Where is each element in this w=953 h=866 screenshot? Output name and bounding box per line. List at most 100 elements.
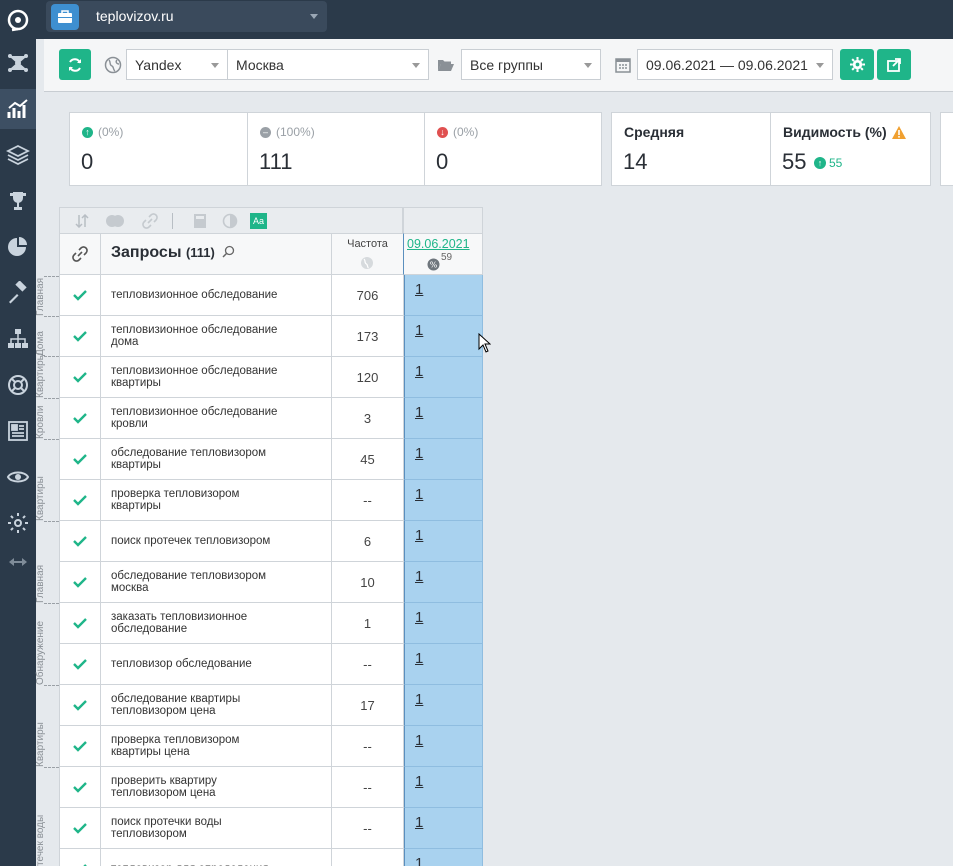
table-row[interactable]: обследование тепловизором квартиры 45 1 xyxy=(59,439,483,480)
position-value[interactable]: 1 xyxy=(415,650,423,667)
contrast-icon[interactable] xyxy=(222,213,238,229)
table-row[interactable]: проверка тепловизором квартиры цена -- 1 xyxy=(59,726,483,767)
analytics-icon[interactable] xyxy=(0,89,36,129)
warning-icon[interactable] xyxy=(891,125,906,139)
position-value[interactable]: 1 xyxy=(415,486,423,503)
trophy-icon[interactable] xyxy=(0,181,36,221)
pie-chart-icon[interactable] xyxy=(0,227,36,267)
query-cell[interactable]: проверка тепловизором квартиры xyxy=(101,480,332,521)
table-row[interactable]: тепловизионное обследование кровли 3 1 xyxy=(59,398,483,439)
position-cell[interactable]: 1 xyxy=(404,562,483,603)
position-cell[interactable]: 1 xyxy=(404,849,483,866)
search-icon[interactable] xyxy=(222,245,235,258)
table-row[interactable]: тепловизионное обследование квартиры 120 1 xyxy=(59,357,483,398)
position-cell[interactable]: 1 xyxy=(404,603,483,644)
position-value[interactable]: 1 xyxy=(415,322,423,339)
position-value[interactable]: 1 xyxy=(415,568,423,585)
table-row[interactable]: тепловизионное обследование дома 173 1 xyxy=(59,316,483,357)
position-value[interactable]: 1 xyxy=(415,363,423,380)
position-cell[interactable]: 1 xyxy=(404,439,483,480)
position-cell[interactable]: 1 xyxy=(404,726,483,767)
date-column-label[interactable]: 09.06.2021 xyxy=(407,237,470,251)
toggle-icon[interactable] xyxy=(105,214,125,228)
row-status xyxy=(59,316,101,357)
table-row[interactable]: тепловизор для определения 1 xyxy=(59,849,483,866)
sitemap-icon[interactable] xyxy=(0,319,36,359)
table-row[interactable]: тепловизор обследование -- 1 xyxy=(59,644,483,685)
position-cell[interactable]: 1 xyxy=(404,808,483,849)
table-row[interactable]: обследование квартиры тепловизором цена 17… xyxy=(59,685,483,726)
position-value[interactable]: 1 xyxy=(415,732,423,749)
query-cell[interactable]: тепловизионное обследование квартиры xyxy=(101,357,332,398)
position-value[interactable]: 1 xyxy=(415,445,423,462)
chevron-down-icon xyxy=(584,63,592,68)
date-column-header[interactable]: 09.06.2021 % 59 xyxy=(403,233,483,275)
table-row[interactable]: проверка тепловизором квартиры -- 1 xyxy=(59,480,483,521)
query-cell[interactable]: тепловизионное обследование кровли xyxy=(101,398,332,439)
text-case-icon[interactable]: Aa xyxy=(250,213,267,229)
position-cell[interactable]: 1 xyxy=(404,521,483,562)
table-row[interactable]: поиск протечки воды тепловизором -- 1 xyxy=(59,808,483,849)
position-value[interactable]: 1 xyxy=(415,855,423,866)
table-row[interactable]: тепловизионное обследование 706 1 xyxy=(59,275,483,316)
query-cell[interactable]: проверка тепловизором квартиры цена xyxy=(101,726,332,767)
position-cell[interactable]: 1 xyxy=(404,357,483,398)
query-cell[interactable]: обследование квартиры тепловизором цена xyxy=(101,685,332,726)
query-cell[interactable]: тепловизионное обследование xyxy=(101,275,332,316)
position-value[interactable]: 1 xyxy=(415,609,423,626)
table-row[interactable]: обследование тепловизором москва 10 1 xyxy=(59,562,483,603)
group-label-text: Главная xyxy=(35,564,46,603)
position-cell[interactable]: 1 xyxy=(404,767,483,808)
project-selector[interactable]: teplovizov.ru xyxy=(46,1,327,32)
query-cell[interactable]: тепловизор обследование xyxy=(101,644,332,685)
calculator-icon[interactable] xyxy=(192,213,208,229)
position-value[interactable]: 1 xyxy=(415,527,423,544)
layers-icon[interactable] xyxy=(0,135,36,175)
query-cell[interactable]: обследование тепловизором москва xyxy=(101,562,332,603)
query-cell[interactable]: тепловизор для определения xyxy=(101,849,332,866)
settings-icon[interactable] xyxy=(0,503,36,543)
eye-icon[interactable] xyxy=(0,457,36,497)
queries-column-header[interactable]: Запросы (111) xyxy=(100,233,332,275)
query-cell[interactable]: поиск протечек тепловизором xyxy=(101,521,332,562)
logo-icon[interactable] xyxy=(0,0,36,40)
query-cell[interactable]: заказать тепловизионное обследование xyxy=(101,603,332,644)
region-select[interactable]: Москва xyxy=(227,49,429,80)
position-cell[interactable]: 1 xyxy=(404,398,483,439)
checkmark-icon xyxy=(73,412,87,424)
position-cell[interactable]: 1 xyxy=(404,275,483,316)
position-value[interactable]: 1 xyxy=(415,691,423,708)
link-icon[interactable] xyxy=(142,213,158,229)
query-cell[interactable]: обследование тепловизором квартиры xyxy=(101,439,332,480)
position-cell[interactable]: 1 xyxy=(404,685,483,726)
groups-select[interactable]: Все группы xyxy=(461,49,601,80)
position-value[interactable]: 1 xyxy=(415,814,423,831)
sort-icon[interactable] xyxy=(75,214,89,228)
date-range-select[interactable]: 09.06.2021 — 09.06.2021 xyxy=(637,49,833,80)
report-icon[interactable] xyxy=(0,411,36,451)
position-value[interactable]: 1 xyxy=(415,773,423,790)
query-cell[interactable]: поиск протечки воды тепловизором xyxy=(101,808,332,849)
export-button[interactable] xyxy=(877,49,911,80)
lifebuoy-icon[interactable] xyxy=(0,365,36,405)
query-cell[interactable]: тепловизионное обследование дома xyxy=(101,316,332,357)
position-cell[interactable]: 1 xyxy=(404,316,483,357)
expand-arrows-icon[interactable] xyxy=(0,542,36,582)
position-value[interactable]: 1 xyxy=(415,404,423,421)
frequency-column-header[interactable]: Частота xyxy=(331,233,404,275)
settings-button[interactable] xyxy=(840,49,874,80)
engine-select[interactable]: Yandex xyxy=(126,49,228,80)
position-cell[interactable]: 1 xyxy=(404,480,483,521)
table-row[interactable]: проверить квартиру тепловизором цена -- 1 xyxy=(59,767,483,808)
position-cell[interactable]: 1 xyxy=(404,644,483,685)
refresh-button[interactable] xyxy=(59,49,91,80)
query-text: обследование квартиры xyxy=(111,693,241,705)
network-icon[interactable] xyxy=(0,43,36,83)
table-row[interactable]: поиск протечек тепловизором 6 1 xyxy=(59,521,483,562)
position-value[interactable]: 1 xyxy=(415,281,423,298)
link-column-header[interactable] xyxy=(59,233,101,275)
table-row[interactable]: заказать тепловизионное обследование 1 1 xyxy=(59,603,483,644)
gavel-icon[interactable] xyxy=(0,273,36,313)
group-label-text: течек воды xyxy=(35,814,46,866)
query-cell[interactable]: проверить квартиру тепловизором цена xyxy=(101,767,332,808)
